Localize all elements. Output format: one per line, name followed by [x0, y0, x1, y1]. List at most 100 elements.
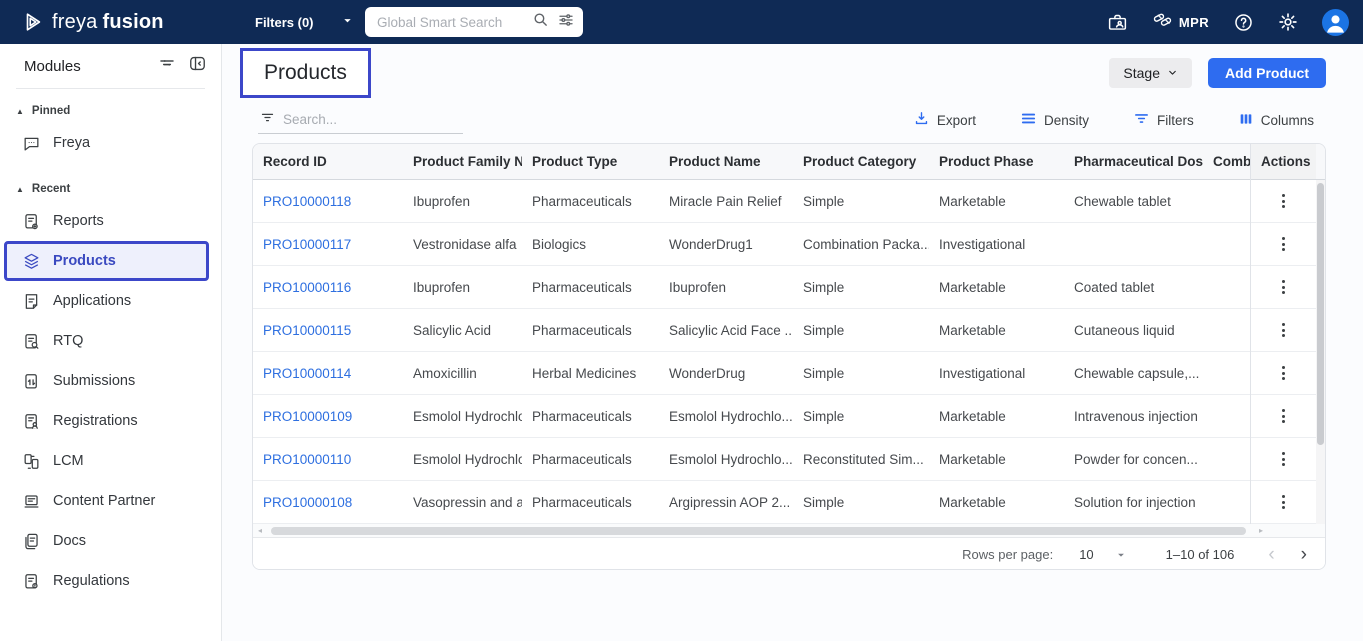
table-row[interactable]: PRO10000116IbuprofenPharmaceuticalsIbupr… [253, 266, 1252, 309]
column-header-combine[interactable]: Combine [1203, 144, 1252, 179]
table-row[interactable]: PRO10000109Esmolol Hydrochlo...Pharmaceu… [253, 395, 1252, 438]
table-cell: Pharmaceuticals [522, 438, 659, 481]
record-id-link[interactable]: PRO10000115 [253, 309, 403, 352]
scroll-left-arrow-icon[interactable]: ◂ [258, 526, 262, 535]
record-id-link[interactable]: PRO10000118 [253, 180, 403, 223]
record-id-link[interactable]: PRO10000110 [253, 438, 403, 481]
filter-list-icon[interactable] [158, 55, 176, 78]
actions-cell [1251, 223, 1316, 266]
column-header-product-name[interactable]: Product Name [659, 144, 793, 179]
main-content: Products Stage Add Product Export Densit… [222, 44, 1363, 641]
global-filters-button[interactable]: Filters (0) [255, 0, 353, 44]
kebab-menu-icon[interactable] [1274, 188, 1293, 214]
sidebar-item-freya[interactable]: Freya [0, 123, 221, 163]
table-cell: Simple [793, 266, 929, 309]
record-id-link[interactable]: PRO10000116 [253, 266, 403, 309]
vertical-scrollbar-thumb[interactable] [1317, 183, 1324, 445]
filters-button[interactable]: Filters [1133, 110, 1194, 130]
record-id-link[interactable]: PRO10000108 [253, 481, 403, 524]
table-row[interactable]: PRO10000117Vestronidase alfaBiologicsWon… [253, 223, 1252, 266]
sidebar-item-products[interactable]: Products [4, 241, 209, 281]
table-cell: Marketable [929, 395, 1064, 438]
column-header-product-phase[interactable]: Product Phase [929, 144, 1064, 179]
table-cell: Esmolol Hydrochlo... [659, 395, 793, 438]
table-row[interactable]: PRO10000110Esmolol Hydrochlo...Pharmaceu… [253, 438, 1252, 481]
products-layers-icon [22, 252, 41, 271]
columns-label: Columns [1261, 113, 1314, 128]
table-row[interactable]: PRO10000115Salicylic AcidPharmaceuticals… [253, 309, 1252, 352]
scroll-right-arrow-icon[interactable]: ▸ [1259, 526, 1263, 535]
chevron-left-icon[interactable]: ‹ [1264, 545, 1278, 564]
export-button[interactable]: Export [913, 110, 976, 130]
columns-button[interactable]: Columns [1238, 111, 1314, 130]
table-cell: Simple [793, 481, 929, 524]
sidebar-item-registrations[interactable]: Registrations [0, 401, 221, 441]
horizontal-scrollbar-thumb[interactable] [271, 527, 1246, 535]
recent-section-toggle[interactable]: ▲ Recent [0, 181, 221, 197]
table-search-input[interactable] [283, 112, 461, 127]
help-icon[interactable] [1233, 12, 1254, 33]
sidebar-item-docs[interactable]: Docs [0, 521, 221, 561]
kebab-menu-icon[interactable] [1274, 360, 1293, 386]
kebab-menu-icon[interactable] [1274, 317, 1293, 343]
sidebar-item-regulations[interactable]: Regulations [0, 561, 221, 601]
table-cell: Ibuprofen [659, 266, 793, 309]
export-download-icon [913, 110, 930, 130]
column-header-product-family-name[interactable]: Product Family Name [403, 144, 522, 179]
collapse-panel-icon[interactable] [188, 54, 207, 78]
record-id-link[interactable]: PRO10000117 [253, 223, 403, 266]
table-header-scroll: Record IDProduct Family NameProduct Type… [253, 144, 1252, 179]
column-header-record-id[interactable]: Record ID [253, 144, 403, 179]
sidebar-item-reports[interactable]: Reports [0, 201, 221, 241]
kebab-menu-icon[interactable] [1274, 489, 1293, 515]
density-button[interactable]: Density [1020, 110, 1089, 130]
briefcase-user-icon[interactable] [1107, 12, 1128, 33]
column-header-pharmaceutical-dos[interactable]: Pharmaceutical Dos... [1064, 144, 1203, 179]
filters-label: Filters [1157, 113, 1194, 128]
record-id-link[interactable]: PRO10000109 [253, 395, 403, 438]
kebab-menu-icon[interactable] [1274, 446, 1293, 472]
sidebar-item-rtq[interactable]: RTQ [0, 321, 221, 361]
sidebar-divider [16, 88, 205, 89]
kebab-menu-icon[interactable] [1274, 274, 1293, 300]
actions-cell [1251, 352, 1316, 395]
pinned-section-toggle[interactable]: ▲ Pinned [0, 103, 221, 119]
add-product-button[interactable]: Add Product [1208, 58, 1326, 88]
sidebar-item-applications[interactable]: Applications [0, 281, 221, 321]
regulations-icon [22, 572, 41, 591]
table-body: PRO10000118IbuprofenPharmaceuticalsMirac… [253, 180, 1252, 524]
sidebar-item-content-partner[interactable]: Content Partner [0, 481, 221, 521]
app-logo[interactable]: freyafusion [22, 0, 164, 44]
mpr-label: MPR [1179, 15, 1209, 30]
table-row[interactable]: PRO10000114AmoxicillinHerbal MedicinesWo… [253, 352, 1252, 395]
search-icon[interactable] [532, 11, 549, 33]
settings-gear-icon[interactable] [1278, 12, 1298, 32]
pinned-section-label: Pinned [32, 105, 70, 117]
density-lines-icon [1020, 110, 1037, 130]
table-toolbar: Export Density Filters Columns [913, 110, 1314, 130]
table-cell [1203, 266, 1252, 309]
column-header-product-type[interactable]: Product Type [522, 144, 659, 179]
kebab-menu-icon[interactable] [1274, 231, 1293, 257]
table-row[interactable]: PRO10000118IbuprofenPharmaceuticalsMirac… [253, 180, 1252, 223]
sidebar-item-lcm[interactable]: LCM [0, 441, 221, 481]
stage-dropdown-button[interactable]: Stage [1109, 58, 1192, 88]
rows-per-page-label: Rows per page: [962, 547, 1053, 562]
app-logo-text: freyafusion [52, 11, 164, 34]
global-search-input[interactable] [377, 15, 524, 30]
table-cell: Ibuprofen [403, 180, 522, 223]
rows-per-page-select[interactable]: 10 [1079, 547, 1125, 562]
column-header-product-category[interactable]: Product Category [793, 144, 929, 179]
kebab-menu-icon[interactable] [1274, 403, 1293, 429]
table-cell [1203, 309, 1252, 352]
user-avatar-icon[interactable] [1322, 9, 1349, 36]
table-cell [1203, 481, 1252, 524]
record-id-link[interactable]: PRO10000114 [253, 352, 403, 395]
mpr-menu-item[interactable]: MPR [1152, 9, 1209, 35]
sidebar-item-submissions[interactable]: Submissions [0, 361, 221, 401]
sidebar-header: Modules [0, 44, 221, 82]
tune-icon[interactable] [557, 11, 575, 34]
sidebar-item-label: Content Partner [53, 493, 155, 509]
chevron-right-icon[interactable]: › [1297, 545, 1311, 564]
table-row[interactable]: PRO10000108Vasopressin and a...Pharmaceu… [253, 481, 1252, 524]
